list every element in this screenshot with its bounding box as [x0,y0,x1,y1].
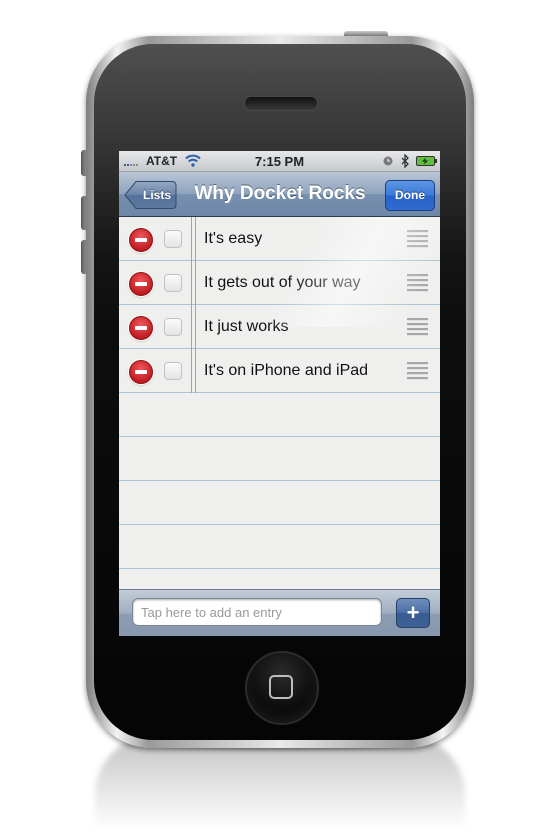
item-text[interactable]: It just works [204,305,288,349]
earpiece-speaker [244,96,318,111]
page-title: Why Docket Rocks [194,183,366,204]
alarm-icon [383,156,393,166]
reorder-handle-icon[interactable] [407,274,428,292]
lists-back-button[interactable]: Lists [124,180,177,210]
delete-button[interactable] [129,228,153,252]
ruled-line [119,568,440,569]
entry-list: It's easy It gets out of your way It jus… [119,217,440,589]
ruled-line [119,436,440,437]
navigation-bar: Lists Why Docket Rocks Done [119,172,440,217]
delete-button[interactable] [129,272,153,296]
list-item[interactable]: It's easy [119,217,440,261]
bottom-toolbar: + [119,589,440,636]
minus-icon [135,370,147,374]
minus-icon [135,282,147,286]
minus-icon [135,238,147,242]
status-bar: AT&T 7:15 PM [119,151,440,172]
reorder-handle-icon[interactable] [407,362,428,380]
battery-charging-icon [416,156,437,166]
back-button-label: Lists [142,188,171,202]
ruled-line [119,524,440,525]
item-text[interactable]: It gets out of your way [204,261,361,305]
item-checkbox[interactable] [164,274,182,292]
home-square-icon [269,675,293,699]
bluetooth-icon [401,154,409,168]
item-checkbox[interactable] [164,318,182,336]
reorder-handle-icon[interactable] [407,230,428,248]
list-item[interactable]: It's on iPhone and iPad [119,349,440,393]
item-text[interactable]: It's easy [204,217,262,261]
item-checkbox[interactable] [164,362,182,380]
delete-button[interactable] [129,316,153,340]
reorder-handle-icon[interactable] [407,318,428,336]
list-item[interactable]: It gets out of your way [119,261,440,305]
item-checkbox[interactable] [164,230,182,248]
list-item[interactable]: It just works [119,305,440,349]
ruled-line [119,480,440,481]
add-entry-input[interactable] [132,598,382,626]
item-text[interactable]: It's on iPhone and iPad [204,349,368,393]
delete-button[interactable] [129,360,153,384]
minus-icon [135,326,147,330]
done-button[interactable]: Done [385,180,435,211]
add-entry-button[interactable]: + [396,598,430,628]
screen: AT&T 7:15 PM Lists Why Docket Rocks Done… [119,151,440,636]
